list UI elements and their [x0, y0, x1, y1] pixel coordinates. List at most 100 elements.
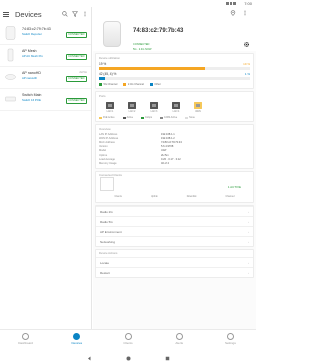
legend-label: 1Gbps — [145, 116, 153, 119]
port-label: LAN 3 — [150, 110, 158, 113]
home-icon[interactable] — [126, 356, 131, 361]
more-icon[interactable] — [82, 11, 88, 17]
overview-value: 0.20 · 0.17 · 0.12 — [161, 157, 181, 161]
legend-swatch — [149, 83, 153, 86]
device-model: Switch Reporter — [22, 32, 42, 36]
memory-label: 42 (45, 4) % — [99, 72, 117, 76]
recents-icon[interactable] — [165, 356, 170, 361]
port-wan[interactable]: WAN — [194, 102, 202, 113]
overview-card: Overview LAN IP Address 192.168.1.1 WAN I… — [95, 124, 254, 169]
tab-alerts[interactable]: Alerts — [154, 330, 205, 352]
port-lan-2[interactable]: LAN 2 — [128, 102, 136, 113]
overview-key: Uptime — [99, 153, 108, 157]
list-item[interactable]: AP Mesh AP AC Mesh Pro CONNECTED — [0, 45, 91, 67]
devices-icon — [73, 333, 81, 340]
signal-icon — [226, 1, 237, 6]
clients-value: 1 ACTIVE — [227, 184, 241, 189]
device-name: AP nanoHD — [22, 71, 41, 75]
location-icon[interactable] — [230, 10, 236, 16]
tab-dashboard[interactable]: Dashboard — [0, 330, 51, 352]
device-model: AP AC Mesh Pro — [22, 54, 43, 58]
legend-swatch — [122, 116, 126, 119]
back-icon[interactable] — [87, 356, 92, 361]
tab-label: Alerts — [175, 341, 184, 345]
device-thumbnail-icon — [5, 96, 16, 102]
tab-label: Devices — [71, 341, 83, 345]
card-title: Ports — [99, 93, 106, 98]
search-icon[interactable] — [62, 11, 68, 17]
overview-value: 40 of 4 — [161, 161, 169, 165]
tab-settings[interactable]: Settings — [205, 330, 256, 352]
port-label: LAN 4 — [172, 110, 180, 113]
device-detail-pane: 74:83:c2:79:7b:43 CONNECTED 5G · 2.4G NO… — [93, 7, 256, 329]
device-image — [103, 21, 121, 47]
client-stat-label: Downlink — [186, 194, 197, 198]
filter-icon[interactable] — [72, 11, 78, 17]
chevron-right-icon: › — [248, 229, 249, 234]
row-label: Networking — [100, 239, 116, 244]
gear-icon[interactable] — [243, 41, 250, 48]
ethernet-port-icon — [106, 102, 114, 109]
legend-label: 100M Active — [164, 116, 178, 119]
list-item[interactable]: AP Environment › — [96, 225, 253, 236]
legend-swatch — [185, 116, 189, 119]
list-item[interactable]: AP nanoHD 2H 5m AP nanoHD CONNECTED — [0, 67, 91, 89]
client-stat-label: Uplink — [150, 194, 158, 198]
actions-card: Device Actions Locate › Restart › — [95, 248, 254, 278]
list-item[interactable]: Radio 5G › — [96, 215, 253, 226]
legend-swatch — [123, 83, 127, 86]
list-item[interactable]: Switch Main Switch 16 POE CONNECTED — [0, 89, 91, 111]
legend-swatch — [99, 116, 102, 119]
list-item[interactable]: 74:83:c2:79:7b:43 Switch Reporter CONNEC… — [0, 23, 91, 45]
client-stat-label: Clients — [114, 194, 122, 198]
overview-row: Memory Usage 40 of 4 — [96, 161, 253, 165]
cpu-bar-fill — [99, 67, 205, 70]
legend-label: PoE Active — [103, 116, 115, 119]
overview-key: Model — [99, 149, 107, 153]
menu-icon[interactable] — [3, 12, 9, 18]
device-bands: 5G · 2.4G NOW — [133, 48, 152, 51]
system-navigation-bar — [0, 352, 256, 364]
device-uptime: 2H 5m — [79, 71, 87, 74]
more-icon[interactable] — [242, 10, 248, 16]
chevron-right-icon: › — [248, 260, 249, 265]
port-label: WAN — [195, 110, 201, 113]
overview-value: 74:83:c2:79:7b:43 — [161, 140, 182, 144]
tab-devices[interactable]: Devices — [51, 330, 102, 352]
legend-label: Active — [126, 116, 134, 119]
list-item[interactable]: Radio 2G › — [96, 205, 253, 216]
chevron-right-icon: › — [248, 270, 249, 275]
tab-label: Clients — [123, 341, 133, 345]
dashboard-icon — [22, 333, 30, 340]
ethernet-port-icon — [172, 102, 180, 109]
list-item[interactable]: Restart › — [96, 266, 253, 277]
cpu-value: 19 % — [243, 62, 250, 66]
device-name: Switch Main — [22, 93, 42, 97]
overview-key: LAN IP Address — [99, 132, 118, 136]
port-lan-4[interactable]: LAN 4 — [172, 102, 180, 113]
device-model: AP nanoHD — [22, 76, 37, 80]
cpu-bar — [99, 67, 250, 70]
overview-value: 5.6.4.9708 — [161, 145, 174, 149]
status-bar: 7:00 — [0, 0, 256, 7]
ethernet-port-icon — [150, 102, 158, 109]
status-badge: CONNECTED — [65, 54, 87, 60]
card-title: Device utilization — [99, 55, 120, 60]
port-lan-1[interactable]: LAN 1 — [106, 102, 114, 113]
devices-title: Devices — [15, 10, 42, 19]
legend-label: 5G Channel — [103, 83, 118, 86]
port-lan-3[interactable]: LAN 3 — [150, 102, 158, 113]
list-item[interactable]: Locate › — [96, 256, 253, 267]
list-item[interactable]: Networking › — [96, 235, 253, 246]
clients-card: Connected Clients 1 ACTIVE Clients Uplin… — [95, 170, 254, 203]
row-label: Radio 2G — [100, 209, 113, 214]
overview-key: Version — [99, 145, 108, 149]
tab-clients[interactable]: Clients — [102, 330, 153, 352]
status-time: 7:00 — [244, 1, 252, 6]
device-model: Switch 16 POE — [22, 98, 41, 102]
settings-list: Radio 2G › Radio 5G › AP Environment › Netw… — [95, 204, 254, 247]
device-header: 74:83:c2:79:7b:43 CONNECTED 5G · 2.4G NO… — [93, 7, 256, 51]
legend-swatch — [99, 83, 102, 86]
port-legend: PoE Active Active 1Gbps 100M Active None — [96, 115, 253, 121]
tab-label: Settings — [224, 341, 236, 345]
